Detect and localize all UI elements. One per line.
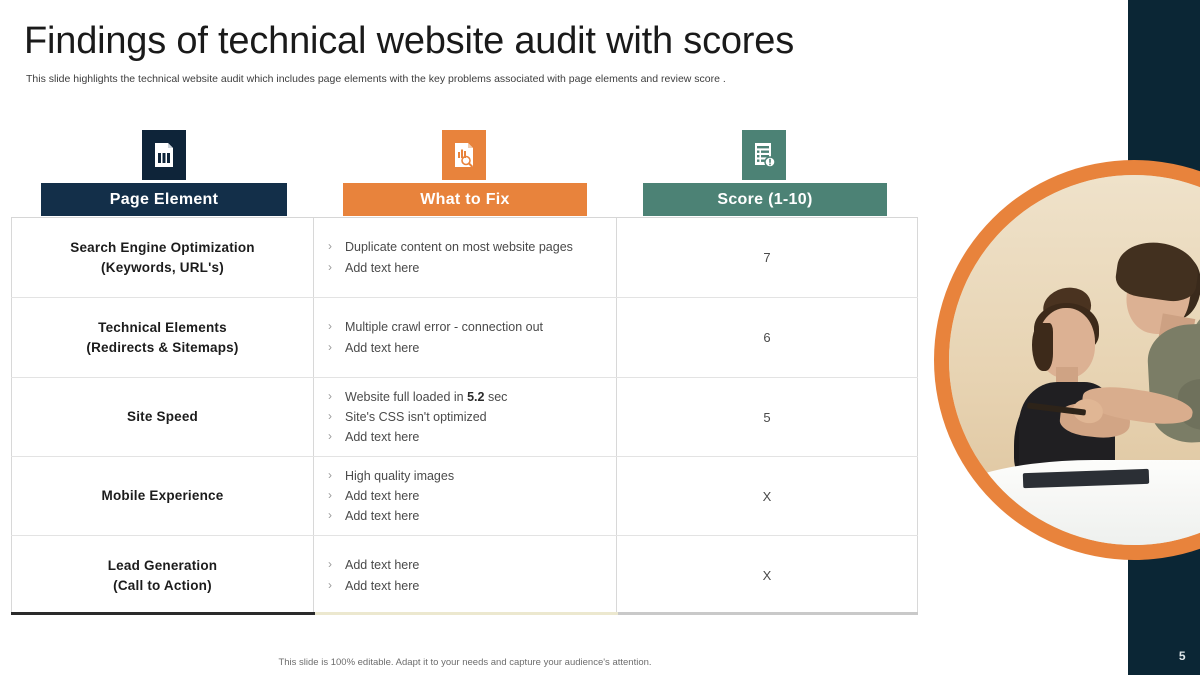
table-row: Site Speed › Website full loaded in 5.2 … bbox=[11, 378, 918, 457]
fix-text: Multiple crawl error - connection out bbox=[345, 320, 543, 335]
photo-image bbox=[949, 175, 1200, 545]
fix-item: › Add text here bbox=[328, 258, 616, 278]
page-title: Findings of technical website audit with… bbox=[24, 20, 794, 62]
fix-item: › Add text here bbox=[328, 427, 616, 447]
fix-text: Add text here bbox=[345, 509, 420, 524]
page-number: 5 bbox=[1178, 649, 1186, 663]
cell-score: X bbox=[617, 457, 918, 535]
fix-item: › Website full loaded in 5.2 sec bbox=[328, 387, 616, 407]
chevron-right-icon: › bbox=[328, 467, 332, 482]
cell-score: 7 bbox=[617, 218, 918, 297]
element-name-line1: Lead Generation bbox=[107, 557, 218, 573]
chevron-right-icon: › bbox=[328, 487, 332, 502]
fix-item: › Duplicate content on most website page… bbox=[328, 237, 616, 257]
column-header-label: Score (1-10) bbox=[717, 190, 813, 208]
element-name-line2: (Redirects & Sitemaps) bbox=[86, 339, 239, 355]
fix-item: › Add text here bbox=[328, 338, 616, 358]
table-row: Lead Generation (Call to Action) › Add t… bbox=[11, 536, 918, 615]
chevron-right-icon: › bbox=[328, 577, 332, 592]
chevron-right-icon: › bbox=[328, 408, 332, 423]
audit-findings-table: Search Engine Optimization (Keywords, UR… bbox=[11, 217, 918, 615]
accent-cream bbox=[315, 612, 618, 615]
woman-hair-side bbox=[1032, 323, 1053, 372]
table-row: Mobile Experience › High quality images … bbox=[11, 457, 918, 536]
fix-text: Add text here bbox=[345, 488, 420, 503]
score-value: X bbox=[762, 568, 772, 583]
column-header-label: What to Fix bbox=[420, 190, 510, 208]
cell-page-element: Site Speed bbox=[11, 378, 314, 456]
fix-item: › Multiple crawl error - connection out bbox=[328, 317, 616, 337]
fix-item: › High quality images bbox=[328, 466, 616, 486]
column-header-what-to-fix: What to Fix bbox=[343, 183, 587, 216]
cell-score: 6 bbox=[617, 298, 918, 377]
fix-item: › Add text here bbox=[328, 486, 616, 506]
chevron-right-icon: › bbox=[328, 388, 332, 403]
element-name-line1: Search Engine Optimization bbox=[70, 239, 255, 255]
chevron-right-icon: › bbox=[328, 339, 332, 354]
cell-what-to-fix: › High quality images › Add text here › … bbox=[314, 457, 617, 535]
fix-text: Website full loaded in 5.2 sec bbox=[345, 389, 508, 404]
chevron-right-icon: › bbox=[328, 557, 332, 572]
score-value: 6 bbox=[763, 330, 771, 345]
team-photo-circle bbox=[934, 160, 1200, 560]
chevron-right-icon: › bbox=[328, 508, 332, 523]
column-header-score: Score (1-10) bbox=[643, 183, 887, 216]
cell-what-to-fix: › Website full loaded in 5.2 sec › Site'… bbox=[314, 378, 617, 456]
cell-score: X bbox=[617, 536, 918, 615]
fix-item: › Add text here bbox=[328, 555, 616, 575]
fix-text: Duplicate content on most website pages bbox=[345, 240, 573, 255]
fix-item: › Site's CSS isn't optimized bbox=[328, 407, 616, 427]
cell-what-to-fix: › Multiple crawl error - connection out … bbox=[314, 298, 617, 377]
footer-note: This slide is 100% editable. Adapt it to… bbox=[278, 657, 652, 668]
table-bottom-accents bbox=[11, 612, 918, 615]
cell-what-to-fix: › Add text here › Add text here bbox=[314, 536, 617, 615]
score-value: 7 bbox=[763, 250, 771, 265]
fix-text: Add text here bbox=[345, 340, 420, 355]
chevron-right-icon: › bbox=[328, 429, 332, 444]
element-name-line1: Mobile Experience bbox=[101, 488, 224, 504]
slide-canvas: 5 Findings of technical website audit wi… bbox=[0, 0, 1200, 675]
chevron-right-icon: › bbox=[328, 259, 332, 274]
table-row: Search Engine Optimization (Keywords, UR… bbox=[11, 218, 918, 298]
column-header-page-element: Page Element bbox=[41, 183, 287, 216]
accent-dark bbox=[11, 612, 315, 615]
accent-gray bbox=[618, 612, 918, 615]
page-subtitle: This slide highlights the technical webs… bbox=[26, 73, 726, 85]
document-search-icon bbox=[442, 130, 486, 180]
score-value: X bbox=[762, 488, 772, 504]
element-name-line2: (Keywords, URL's) bbox=[101, 259, 224, 275]
chevron-right-icon: › bbox=[328, 239, 332, 254]
element-name-line2: (Call to Action) bbox=[113, 577, 212, 593]
table-row: Technical Elements (Redirects & Sitemaps… bbox=[11, 298, 918, 378]
fix-text: Add text here bbox=[345, 260, 420, 275]
cell-score: 5 bbox=[617, 378, 918, 456]
cell-page-element: Lead Generation (Call to Action) bbox=[11, 536, 314, 615]
cell-what-to-fix: › Duplicate content on most website page… bbox=[314, 218, 617, 297]
fix-text: High quality images bbox=[345, 468, 455, 483]
fix-text: Add text here bbox=[345, 430, 420, 445]
fix-item: › Add text here bbox=[328, 576, 616, 596]
element-name-line1: Site Speed bbox=[126, 409, 199, 425]
element-name-line1: Technical Elements bbox=[98, 319, 227, 335]
fix-text: Add text here bbox=[345, 558, 420, 573]
column-header-label: Page Element bbox=[109, 190, 219, 208]
checklist-alert-icon bbox=[742, 130, 786, 180]
cell-page-element: Technical Elements (Redirects & Sitemaps… bbox=[11, 298, 314, 377]
fix-text: Add text here bbox=[345, 578, 420, 593]
chevron-right-icon: › bbox=[328, 319, 332, 334]
cell-page-element: Search Engine Optimization (Keywords, UR… bbox=[11, 218, 314, 297]
fix-text: Site's CSS isn't optimized bbox=[345, 409, 487, 424]
fix-item: › Add text here bbox=[328, 506, 616, 526]
report-document-icon bbox=[142, 130, 186, 180]
cell-page-element: Mobile Experience bbox=[11, 457, 314, 535]
score-value: 5 bbox=[763, 409, 771, 425]
